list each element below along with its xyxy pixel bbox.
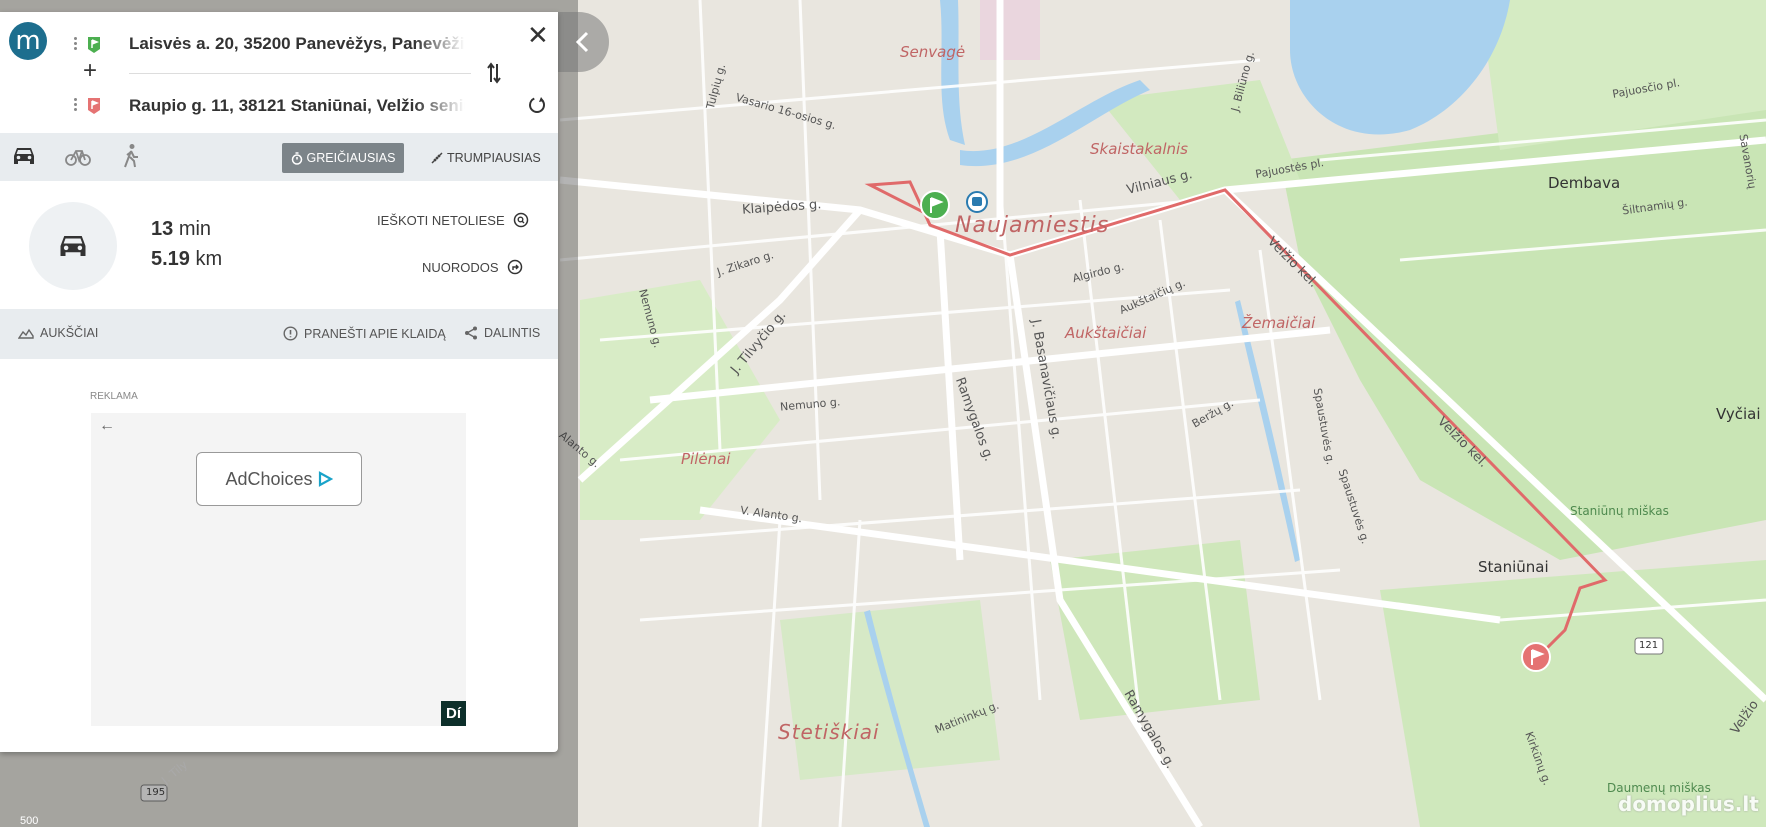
adchoices-button[interactable]: AdChoices: [196, 452, 362, 506]
add-waypoint-icon[interactable]: +: [83, 59, 97, 83]
destination-pin-icon: [88, 98, 100, 114]
adchoices-icon: [318, 471, 333, 487]
search-nearby-label: IEŠKOTI NETOLIESE: [377, 212, 505, 228]
travel-distance: 5.19 km: [151, 248, 222, 271]
district-senvage: Senvagė: [900, 43, 966, 61]
origin-input[interactable]: Laisvės a. 20, 35200 Panevėžys, Panevėži…: [129, 34, 465, 54]
search-nearby-button[interactable]: IEŠKOTI NETOLIESE: [377, 212, 529, 228]
town-staniunai: Staniūnai: [1478, 558, 1549, 576]
drag-handle-icon[interactable]: [74, 96, 78, 113]
ruler-icon: [431, 152, 443, 164]
stopwatch-icon: [291, 151, 302, 165]
town-dembava: Dembava: [1548, 174, 1621, 192]
chevron-left-icon: [575, 31, 589, 53]
share-button[interactable]: DALINTIS: [464, 326, 540, 340]
drag-handle-icon[interactable]: [74, 35, 78, 52]
arrow-left-icon[interactable]: ←: [99, 417, 115, 435]
district-skaistakalnis: Skaistakalnis: [1090, 140, 1188, 158]
directions-icon: [507, 259, 522, 275]
shortest-route-label: TRUMPIAUSIAS: [447, 151, 541, 165]
transport-mode-bar: GREIČIAUSIAS TRUMPIAUSIAS: [0, 133, 558, 181]
watermark: domoplius.lt: [1618, 792, 1759, 816]
travel-distance-unit: km: [195, 248, 223, 270]
car-icon: [60, 236, 86, 256]
report-error-button[interactable]: PRANEŠTI APIE KLAIDĄ: [283, 326, 446, 341]
ad-label: REKLAMA: [90, 391, 138, 402]
address-divider: [129, 73, 471, 74]
bicycle-mode-icon[interactable]: [65, 145, 91, 167]
town-vyciai: Vyčiai: [1716, 405, 1761, 423]
car-summary-badge: [29, 202, 117, 290]
warning-icon: [283, 326, 298, 341]
district-zemaiciai: Žemaičiai: [1242, 314, 1316, 332]
travel-time: 13 min: [151, 218, 211, 241]
scale-label: 500: [20, 815, 39, 827]
elevation-label: AUKŠČIAI: [40, 326, 99, 340]
directions-button[interactable]: NUORODOS: [422, 259, 523, 275]
swap-icon[interactable]: [487, 62, 501, 84]
ad-network-logo[interactable]: Dí: [441, 701, 466, 726]
fastest-route-button[interactable]: GREIČIAUSIAS: [282, 143, 404, 173]
shortest-route-button[interactable]: TRUMPIAUSIAS: [431, 143, 541, 173]
travel-time-unit: min: [178, 218, 212, 240]
origin-pin-icon: [88, 37, 100, 53]
district-stetiskiai: Stetiškiai: [778, 720, 880, 744]
travel-distance-value: 5.19: [151, 248, 190, 270]
destination-input[interactable]: Raupio g. 11, 38121 Staniūnai, Velžio se…: [129, 96, 465, 116]
district-pilenai: Pilėnai: [681, 450, 731, 468]
elevation-chart-icon: [18, 328, 34, 339]
route-tools-bar: AUKŠČIAI PRANEŠTI APIE KLAIDĄ DALINTIS: [0, 309, 558, 359]
walk-mode-icon[interactable]: [122, 143, 140, 169]
app-logo[interactable]: m: [9, 22, 47, 60]
round-trip-icon[interactable]: [527, 95, 547, 115]
fastest-route-label: GREIČIAUSIAS: [306, 151, 396, 165]
search-nearby-icon: [513, 212, 528, 228]
road-number-badge: 121: [1639, 640, 1659, 651]
forest-staniunu: Staniūnų miškas: [1570, 504, 1669, 518]
directions-label: NUORODOS: [422, 259, 499, 275]
route-panel: m Laisvės a. 20, 35200 Panevėžys, Panevė…: [0, 12, 558, 752]
share-icon: [465, 326, 477, 340]
car-mode-icon[interactable]: [11, 144, 37, 168]
travel-time-value: 13: [151, 218, 174, 240]
elevation-button[interactable]: AUKŠČIAI: [18, 326, 98, 340]
close-icon[interactable]: ✕: [527, 20, 549, 51]
adchoices-text: AdChoices: [225, 468, 313, 489]
share-label: DALINTIS: [484, 326, 541, 340]
district-aukstaiciai: Aukštaičiai: [1065, 324, 1147, 342]
advertisement[interactable]: ← AdChoices Dí: [91, 413, 466, 726]
district-naujamiestis: Naujamiestis: [955, 213, 1110, 238]
report-error-label: PRANEŠTI APIE KLAIDĄ: [304, 326, 446, 341]
